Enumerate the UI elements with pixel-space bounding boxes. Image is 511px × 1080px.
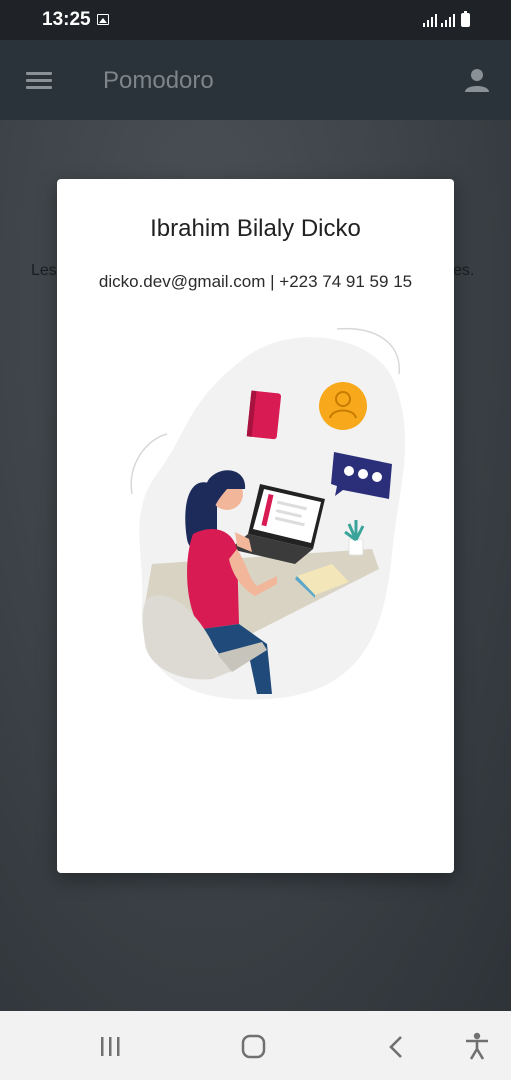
status-bar: 13:25 — [0, 0, 511, 40]
accessibility-icon[interactable] — [464, 1031, 492, 1061]
battery-icon — [461, 11, 470, 27]
profile-name: Ibrahim Bilaly Dicko — [150, 215, 361, 242]
recents-icon[interactable] — [100, 1035, 124, 1059]
back-icon[interactable] — [386, 1034, 408, 1060]
image-icon — [97, 14, 109, 25]
menu-icon[interactable] — [26, 70, 54, 92]
user-icon[interactable] — [463, 66, 491, 94]
app-bar — [0, 40, 511, 120]
profile-contact: dicko.dev@gmail.com | +223 74 91 59 15 — [98, 272, 413, 291]
signal-icon — [441, 14, 455, 27]
profile-dialog: Ibrahim Bilaly Dicko dicko.dev@gmail.com… — [57, 179, 454, 873]
app-title: Pomodoro — [103, 67, 214, 94]
status-time: 13:25 — [42, 9, 91, 30]
background-text: es. — [453, 262, 475, 279]
home-icon[interactable] — [241, 1034, 267, 1060]
signal-icon — [423, 14, 437, 27]
background-text: Les — [31, 262, 57, 279]
developer-illustration — [130, 327, 406, 700]
